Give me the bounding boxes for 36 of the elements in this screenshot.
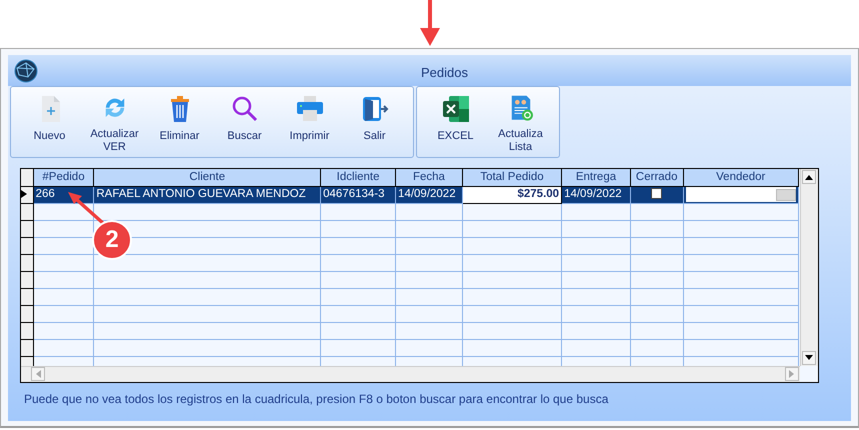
- toolbar-button[interactable]: Actualizar VER: [82, 91, 147, 157]
- column-header[interactable]: Total Pedido: [462, 169, 562, 186]
- scroll-down-button[interactable]: [802, 351, 816, 365]
- status-text: Puede que no vea todos los registros en la cuadricula, presion F8 o boton buscar para encontrar lo que busca: [24, 391, 610, 408]
- column-header[interactable]: Idcliente: [320, 169, 396, 186]
- toolbar-button[interactable]: Buscar: [212, 91, 277, 157]
- scroll-left-button[interactable]: [31, 367, 45, 381]
- column-header[interactable]: Entrega: [562, 169, 630, 186]
- toolbar-button[interactable]: Eliminar: [147, 91, 212, 157]
- column-header[interactable]: Fecha: [396, 169, 462, 186]
- table-cell: 04676134-3: [320, 186, 396, 203]
- toolbar-button[interactable]: EXCEL: [423, 91, 488, 157]
- toolbar-button[interactable]: Imprimir: [277, 91, 342, 157]
- table-cell: RAFAEL ANTONIO GUEVARA MENDOZ: [94, 186, 321, 203]
- left-arrow-icon: [35, 370, 41, 378]
- toolbar-button[interactable]: Actualiza Lista: [488, 91, 553, 157]
- table-cell: $275.00: [462, 186, 562, 203]
- table-cell: 14/09/2022: [562, 186, 630, 203]
- annotation-arrow: [419, 0, 441, 46]
- column-header[interactable]: #Pedido: [33, 169, 94, 186]
- dropdown-field[interactable]: [686, 187, 796, 202]
- horizontal-scrollbar[interactable]: [21, 366, 800, 382]
- column-header[interactable]: Cliente: [94, 169, 321, 186]
- column-header[interactable]: Cerrado: [630, 169, 684, 186]
- column-header[interactable]: Vendedor: [683, 169, 798, 186]
- vertical-scrollbar[interactable]: [800, 169, 818, 366]
- toolbar-button[interactable]: Nuevo: [17, 91, 82, 157]
- up-arrow-icon: [805, 174, 813, 180]
- globe-icon: [14, 58, 38, 82]
- window-title: Pedidos: [420, 64, 469, 82]
- down-arrow-icon: [805, 354, 813, 361]
- checkbox[interactable]: [651, 188, 662, 200]
- table-cell: 14/09/2022: [396, 186, 462, 203]
- toolbar-button[interactable]: Salir: [342, 91, 407, 157]
- scroll-up-button[interactable]: [802, 170, 816, 184]
- right-arrow-icon: [789, 370, 795, 378]
